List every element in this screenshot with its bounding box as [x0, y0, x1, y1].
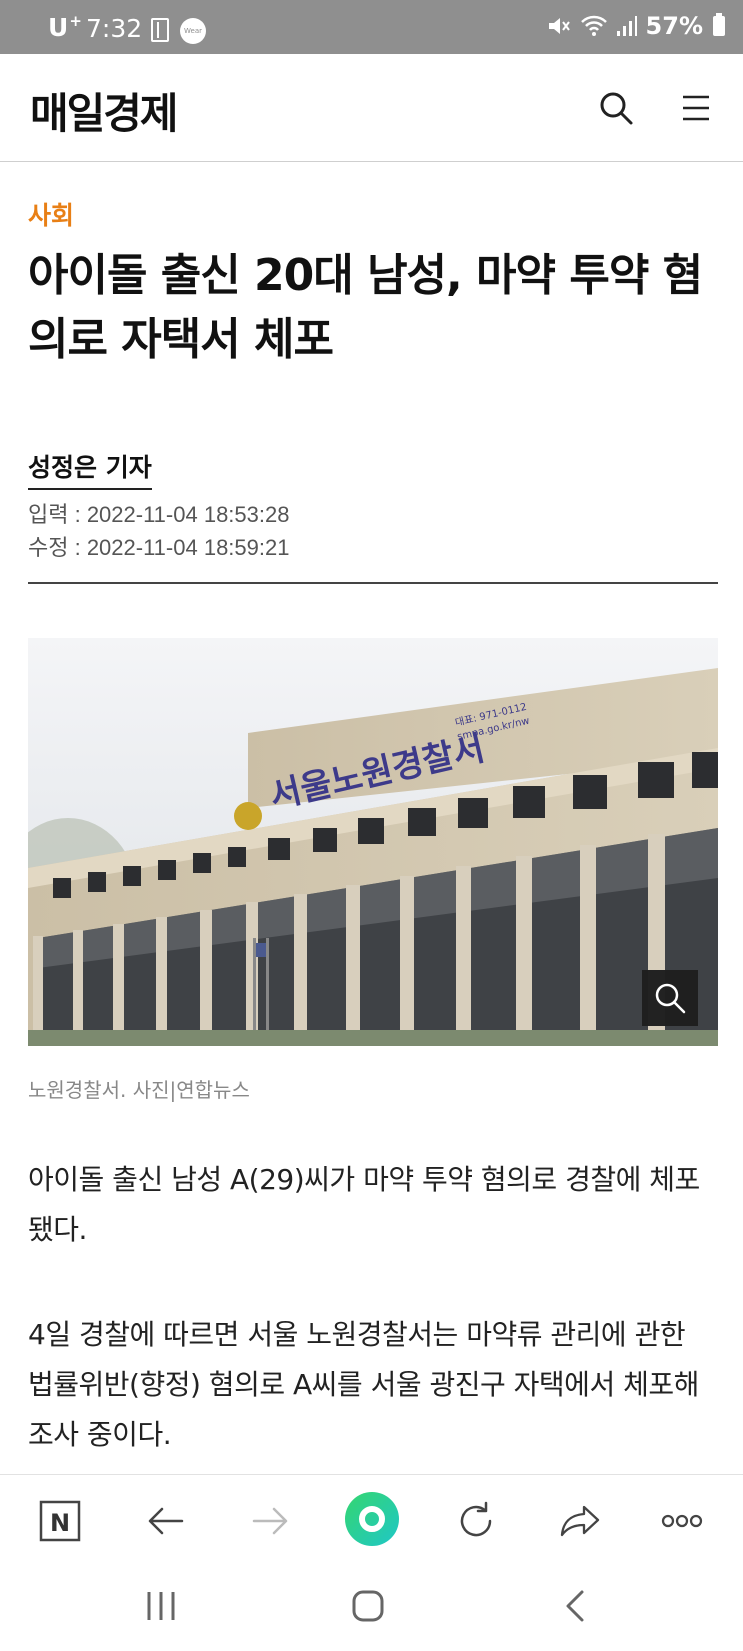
- wifi-icon: [580, 15, 607, 36]
- article-headline: 아이돌 출신 20대 남성, 마약 투약 혐의로 자택서 체포: [28, 250, 703, 365]
- article-paragraph: 아이돌 출신 남성 A(29)씨가 마약 투약 혐의로 경찰에 체포됐다.: [28, 1163, 700, 1246]
- modified-date: 수정 : 2022-11-04 18:59:21: [28, 535, 290, 560]
- status-bar: U+ 7:32 Wear 57%: [0, 0, 743, 54]
- wear-icon: Wear: [180, 18, 206, 44]
- site-header: 매일경제: [0, 54, 743, 162]
- carrier-label: U+: [48, 12, 82, 42]
- back-arrow-icon[interactable]: [142, 1497, 190, 1545]
- more-icon[interactable]: [658, 1497, 706, 1545]
- screen-mirror-icon: [151, 18, 169, 42]
- battery-percent: 57%: [645, 12, 703, 40]
- naver-home-label: N: [50, 1509, 70, 1537]
- system-nav-bar: [0, 1564, 743, 1651]
- divider: [28, 582, 718, 584]
- reporter-byline[interactable]: 성정은 기자: [28, 448, 152, 490]
- clock: 7:32: [86, 14, 143, 43]
- article-photo[interactable]: 서울노원경찰서 대표: 971-0112 smpa.go.kr/nw: [28, 638, 718, 1046]
- site-logo[interactable]: 매일경제: [30, 80, 179, 141]
- refresh-icon[interactable]: [452, 1497, 500, 1545]
- photo-caption: 노원경찰서. 사진|연합뉴스: [28, 1078, 250, 1102]
- photo-zoom-button[interactable]: [642, 970, 698, 1026]
- browser-toolbar: N: [0, 1474, 743, 1564]
- home-button-icon[interactable]: [344, 1491, 400, 1547]
- police-station-illustration: 서울노원경찰서 대표: 971-0112 smpa.go.kr/nw: [28, 638, 718, 1046]
- article-paragraph: 4일 경찰에 따르면 서울 노원경찰서는 마약류 관리에 관한 법률위반(향정)…: [28, 1318, 699, 1451]
- share-icon[interactable]: [556, 1497, 604, 1545]
- published-date: 입력 : 2022-11-04 18:53:28: [28, 502, 290, 527]
- back-nav-icon[interactable]: [554, 1584, 598, 1628]
- naver-home-icon[interactable]: N: [36, 1497, 84, 1545]
- status-indicators: 57%: [546, 12, 725, 40]
- battery-icon: [713, 13, 725, 36]
- article-dates: 입력 : 2022-11-04 18:53:28 수정 : 2022-11-04…: [28, 498, 289, 564]
- recent-apps-icon[interactable]: [139, 1584, 183, 1628]
- mute-icon: [548, 18, 570, 34]
- menu-icon[interactable]: [680, 92, 712, 124]
- home-nav-icon[interactable]: [346, 1584, 390, 1628]
- search-icon[interactable]: [598, 90, 634, 126]
- section-label[interactable]: 사회: [28, 196, 74, 232]
- forward-arrow-icon[interactable]: [246, 1497, 294, 1545]
- signal-icon: [616, 16, 637, 36]
